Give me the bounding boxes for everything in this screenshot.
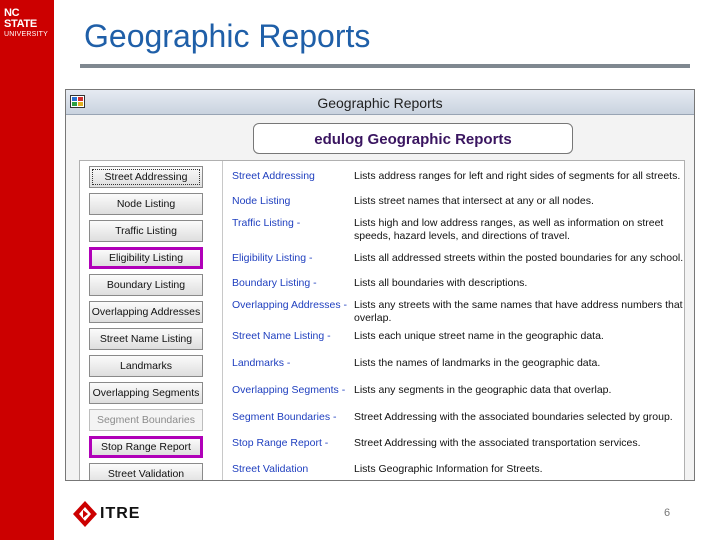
report-description-street-name-listing: Lists each unique street name in the geo…: [354, 330, 604, 342]
page-number: 6: [664, 507, 671, 519]
report-name-traffic-listing: Traffic Listing -: [232, 217, 301, 229]
eligibility-listing-button[interactable]: Eligibility Listing: [89, 247, 203, 269]
report-name-segment-boundaries: Segment Boundaries -: [232, 411, 337, 423]
overlapping-addresses-button[interactable]: Overlapping Addresses: [89, 301, 203, 323]
title-divider: [80, 64, 690, 68]
ncsu-logo-line1: NC STATE: [4, 7, 37, 30]
report-header: edulog Geographic Reports: [253, 123, 573, 154]
report-description-street-addressing: Lists address ranges for left and right …: [354, 170, 681, 182]
itre-logo: ITRE: [72, 500, 146, 528]
slide-title: Geographic Reports: [84, 18, 371, 54]
report-description-traffic-listing: Lists high and low address ranges, as we…: [354, 217, 664, 242]
left-brand-bar: [0, 0, 54, 540]
report-description-landmarks: Lists the names of landmarks in the geog…: [354, 357, 601, 369]
report-name-street-validation: Street Validation: [232, 463, 309, 475]
report-description-overlapping-segments: Lists any segments in the geographic dat…: [354, 384, 612, 396]
report-name-stop-range-report: Stop Range Report -: [232, 437, 329, 449]
report-description-street-validation: Lists Geographic Information for Streets…: [354, 463, 543, 475]
window-title: Geographic Reports: [317, 95, 443, 111]
report-name-node-listing: Node Listing: [232, 195, 291, 207]
street-name-listing-button[interactable]: Street Name Listing: [89, 328, 203, 350]
report-name-overlapping-addresses: Overlapping Addresses -: [232, 299, 347, 311]
street-addressing-button[interactable]: Street Addressing: [89, 166, 203, 188]
landmarks-button[interactable]: Landmarks: [89, 355, 203, 377]
report-description-boundary-listing: Lists all boundaries with descriptions.: [354, 277, 528, 289]
reports-panel: Street Addressing Street Addressing Lists …: [79, 160, 685, 480]
itre-arrow-icon: [73, 501, 97, 527]
window-titlebar: Geographic Reports: [66, 90, 694, 115]
overlapping-segments-button[interactable]: Overlapping Segments: [89, 382, 203, 404]
segment-boundaries-button[interactable]: Segment Boundaries: [89, 409, 203, 431]
node-listing-button[interactable]: Node Listing: [89, 193, 203, 215]
ncsu-logo: NC STATE UNIVERSITY: [4, 8, 52, 39]
report-description-eligibility-listing: Lists all addressed streets within the p…: [354, 252, 684, 264]
report-name-eligibility-listing: Eligibility Listing -: [232, 252, 313, 264]
report-description-node-listing: Lists street names that intersect at any…: [354, 195, 594, 207]
stop-range-report-button[interactable]: Stop Range Report: [89, 436, 203, 458]
report-name-overlapping-segments: Overlapping Segments -: [232, 384, 346, 396]
street-validation-button[interactable]: Street Validation: [89, 463, 203, 480]
boundary-listing-button[interactable]: Boundary Listing: [89, 274, 203, 296]
report-description-stop-range-report: Street Addressing with the associated tr…: [354, 437, 641, 449]
report-description-overlapping-addresses: Lists any streets with the same names th…: [354, 299, 683, 324]
report-name-landmarks: Landmarks -: [232, 357, 291, 369]
ncsu-logo-line2: UNIVERSITY: [4, 31, 49, 38]
report-description-segment-boundaries: Street Addressing with the associated bo…: [354, 411, 673, 423]
app-window: Geographic Reports edulog Geographic Rep…: [65, 89, 695, 481]
report-name-street-addressing: Street Addressing: [232, 170, 315, 182]
panel-separator: [222, 161, 223, 480]
report-name-boundary-listing: Boundary Listing -: [232, 277, 317, 289]
traffic-listing-button[interactable]: Traffic Listing: [89, 220, 203, 242]
report-name-street-name-listing: Street Name Listing -: [232, 330, 331, 342]
itre-label: ITRE: [100, 505, 141, 522]
